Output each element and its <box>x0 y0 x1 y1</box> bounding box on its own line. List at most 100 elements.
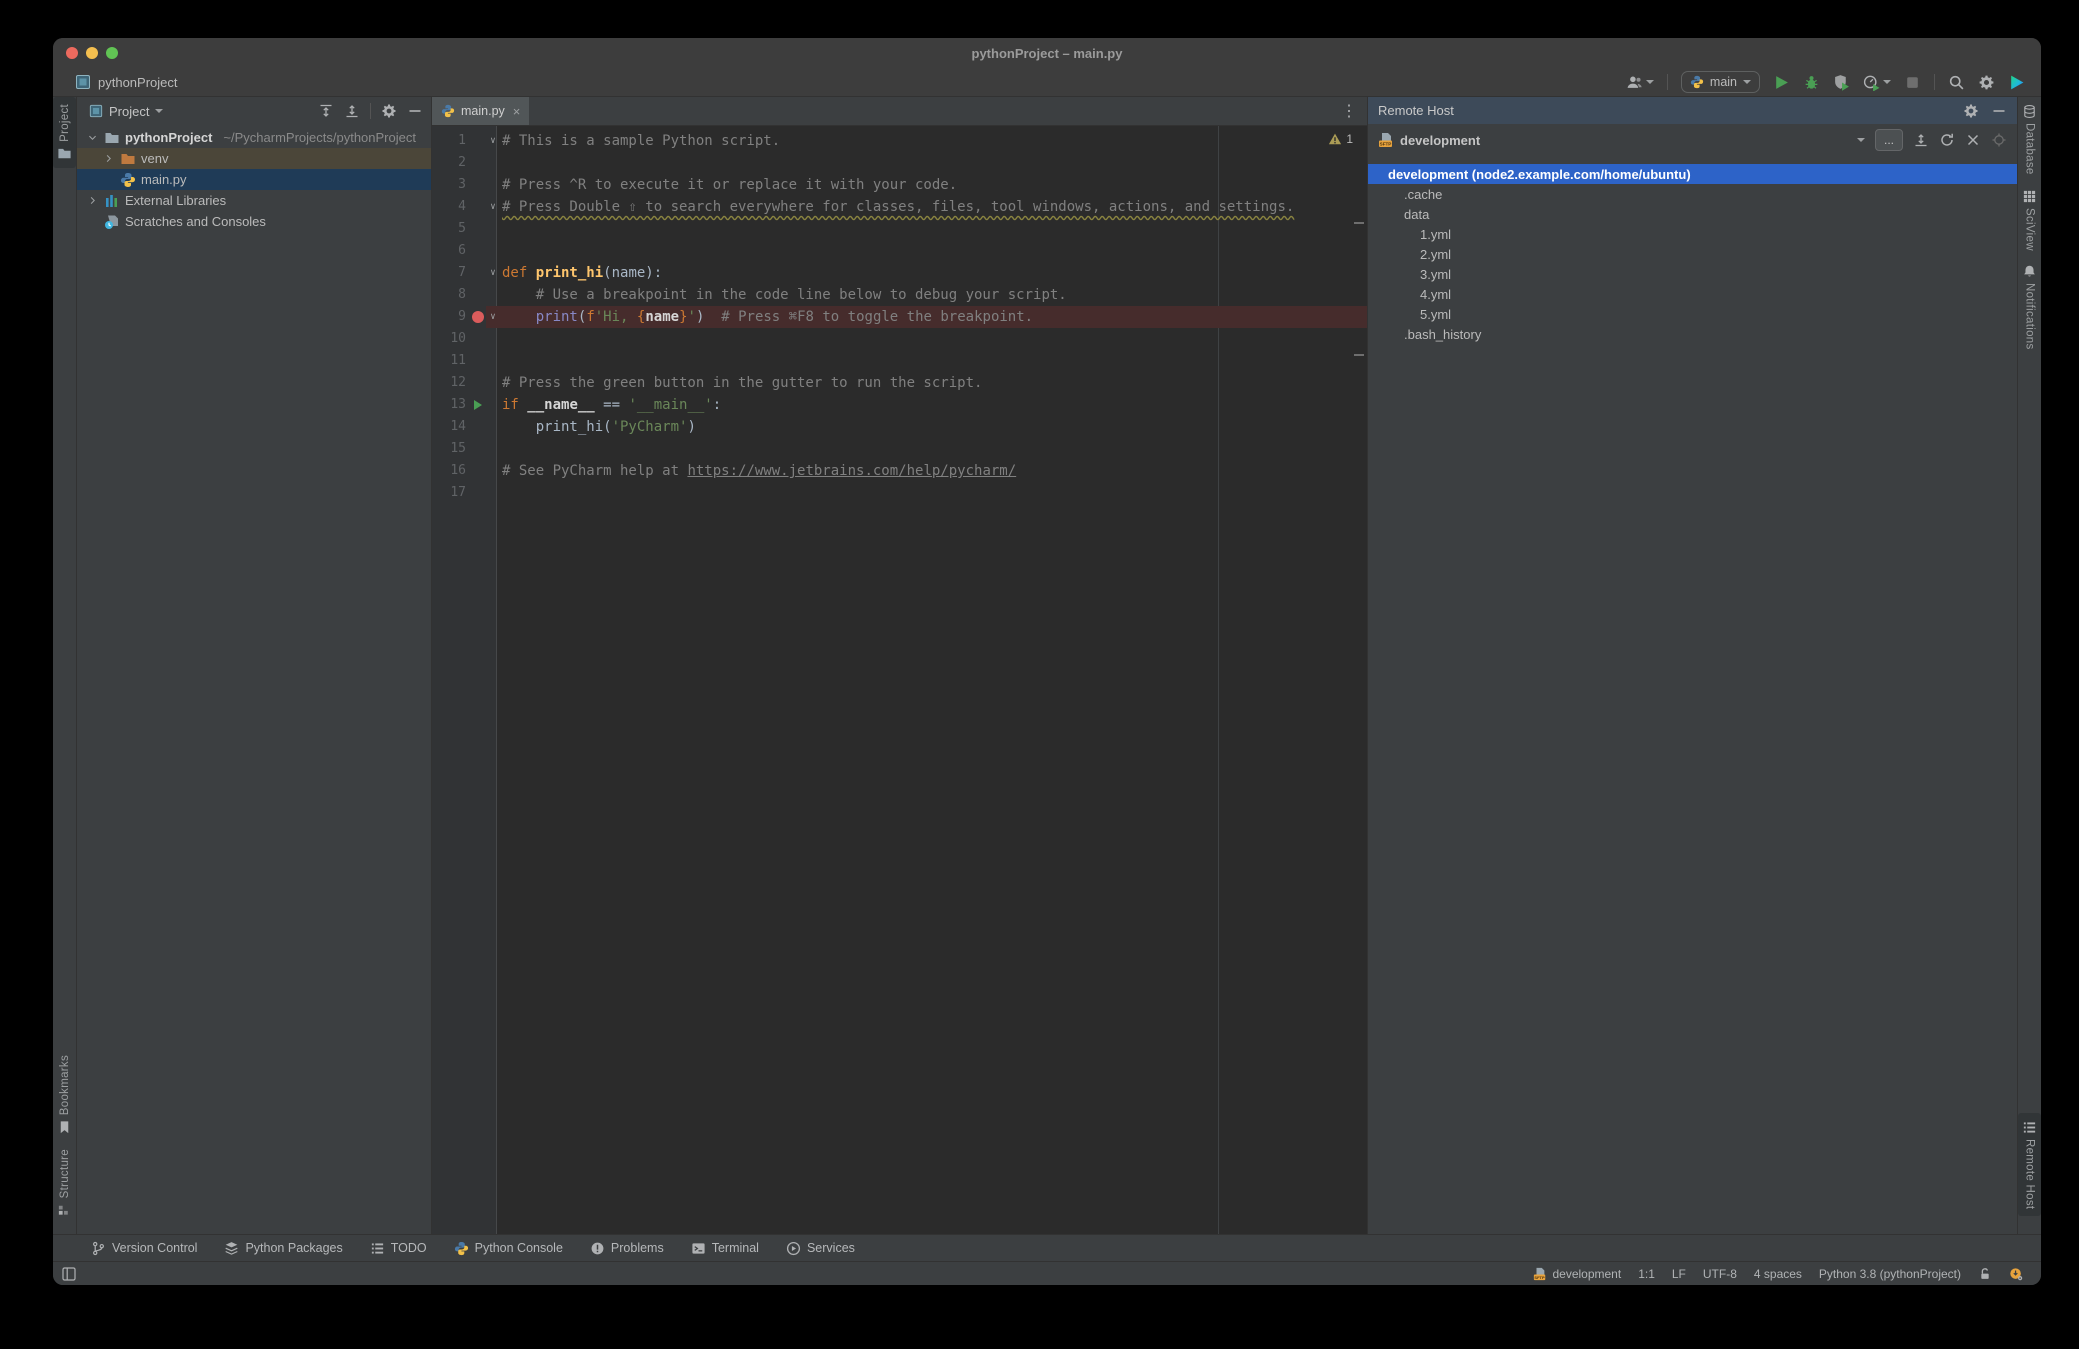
chevron-slot[interactable] <box>101 153 115 164</box>
layout-icon[interactable] <box>61 1266 77 1282</box>
toolwindow-button-services[interactable]: Services <box>786 1241 855 1256</box>
code-text[interactable]: def print_hi(name): <box>500 262 1367 284</box>
code-text[interactable]: # Use a breakpoint in the code line belo… <box>500 284 1367 306</box>
tab-main-py[interactable]: main.py × <box>432 97 530 125</box>
code-text[interactable]: # Press Double ⇧ to search everywhere fo… <box>500 196 1367 218</box>
line-number[interactable]: 6 <box>432 240 470 262</box>
tree-item[interactable]: ?.bash_history <box>1368 324 2017 354</box>
tree-item[interactable]: YML3.yml <box>1368 264 2017 294</box>
tool-strip-button-notifications[interactable]: Notifications <box>2018 257 2041 357</box>
tree-item[interactable]: YML4.yml <box>1368 284 2017 314</box>
code-text[interactable]: # Press the green button in the gutter t… <box>500 372 1367 394</box>
fold-marker[interactable]: ∨ <box>486 262 500 284</box>
tree-item[interactable]: YML2.yml <box>1368 244 2017 274</box>
code-text[interactable]: # This is a sample Python script. <box>500 130 1367 152</box>
code-line[interactable]: 14 print_hi('PyCharm') <box>432 416 1367 438</box>
toolwindow-button-todo[interactable]: TODO <box>370 1241 427 1256</box>
code-text[interactable]: print(f'Hi, {name}') # Press ⌘F8 to togg… <box>500 306 1367 328</box>
tool-strip-button-bookmarks[interactable]: Bookmarks <box>53 1048 76 1141</box>
run-configuration-select[interactable]: main <box>1680 71 1760 93</box>
select-opened-file-button[interactable] <box>318 103 334 119</box>
fold-marker[interactable]: ∨ <box>486 306 500 328</box>
line-number[interactable]: 10 <box>432 328 470 350</box>
toolwindow-button-version-control[interactable]: Version Control <box>91 1241 197 1256</box>
code-editor[interactable]: 1 ∨ # This is a sample Python script. 2 3 # P… <box>432 126 1367 1234</box>
line-number[interactable]: 17 <box>432 482 470 504</box>
line-number[interactable]: 16 <box>432 460 470 482</box>
tree-item[interactable]: YML5.yml <box>1368 304 2017 334</box>
code-line[interactable]: 5 <box>432 218 1367 240</box>
code-line[interactable]: 3 # Press ^R to execute it or replace it … <box>432 174 1367 196</box>
close-tab-icon[interactable]: × <box>513 104 521 119</box>
line-number[interactable]: 2 <box>432 152 470 174</box>
code-line[interactable]: 17 <box>432 482 1367 504</box>
code-text[interactable] <box>500 438 1367 460</box>
code-line[interactable]: 15 <box>432 438 1367 460</box>
code-text[interactable]: # Press ^R to execute it or replace it w… <box>500 174 1367 196</box>
chevron-slot[interactable] <box>85 195 99 206</box>
status-item[interactable] <box>2009 1267 2023 1281</box>
run-button[interactable] <box>1773 74 1790 91</box>
fold-marker[interactable]: ∨ <box>486 130 500 152</box>
toolwindow-button-problems[interactable]: Problems <box>590 1241 664 1256</box>
hide-panel-button[interactable] <box>407 103 423 119</box>
code-text[interactable] <box>500 218 1367 240</box>
code-text[interactable] <box>500 328 1367 350</box>
breakpoint[interactable] <box>470 306 486 328</box>
line-number[interactable]: 4 <box>432 196 470 218</box>
chevron-down-icon[interactable] <box>155 109 164 113</box>
tool-strip-button-remote-host[interactable]: Remote Host <box>2018 1112 2041 1216</box>
code-text[interactable]: if __name__ == '__main__': <box>500 394 1367 416</box>
code-text[interactable] <box>500 350 1367 372</box>
tree-item[interactable]: main.py <box>77 169 431 190</box>
fold-marker[interactable]: ∨ <box>486 196 500 218</box>
run-gutter[interactable] <box>470 394 486 416</box>
status-item-development[interactable]: SFTP development <box>1533 1267 1621 1281</box>
stop-button[interactable] <box>1904 74 1921 91</box>
inspections-widget[interactable]: 1 <box>1328 132 1353 146</box>
tool-strip-button-database[interactable]: Database <box>2018 97 2041 182</box>
chevron-slot[interactable] <box>85 132 99 143</box>
line-number[interactable]: 9 <box>432 306 470 328</box>
tree-item[interactable]: venv <box>77 148 431 169</box>
code-text[interactable] <box>500 482 1367 504</box>
code-line[interactable]: 13 if __name__ == '__main__': <box>432 394 1367 416</box>
tool-strip-button-project[interactable]: Project <box>53 97 76 168</box>
tool-strip-button-sciview[interactable]: SciView <box>2018 182 2041 258</box>
line-number[interactable]: 1 <box>432 130 470 152</box>
settings-button[interactable] <box>1978 74 1995 91</box>
code-line[interactable]: 16 # See PyCharm help at https://www.jetb… <box>432 460 1367 482</box>
breakpoint-icon[interactable] <box>472 311 484 323</box>
hide-panel-button[interactable] <box>1991 103 2007 119</box>
line-number[interactable]: 8 <box>432 284 470 306</box>
toolwindow-button-python-packages[interactable]: Python Packages <box>224 1241 343 1256</box>
toolwindow-button-terminal[interactable]: Terminal <box>691 1241 759 1256</box>
code-line[interactable]: 12 # Press the green button in the gutter… <box>432 372 1367 394</box>
code-line[interactable]: 7 ∨ def print_hi(name): <box>432 262 1367 284</box>
line-number[interactable]: 14 <box>432 416 470 438</box>
line-number[interactable]: 13 <box>432 394 470 416</box>
tree-item[interactable]: SFTPdevelopment (node2.example.com/home/… <box>1368 164 2017 194</box>
tree-item[interactable]: .cache <box>1368 184 2017 212</box>
line-number[interactable]: 3 <box>432 174 470 196</box>
status-item-python-3-8-pythonproject-[interactable]: Python 3.8 (pythonProject) <box>1819 1267 1961 1281</box>
code-line[interactable]: 6 <box>432 240 1367 262</box>
line-number[interactable]: 5 <box>432 218 470 240</box>
tree-item[interactable]: External Libraries <box>77 190 431 211</box>
tree-item[interactable]: Scratches and Consoles <box>77 211 431 232</box>
line-number[interactable]: 15 <box>432 438 470 460</box>
collapse-all-button[interactable] <box>344 103 360 119</box>
status-item-utf-8[interactable]: UTF-8 <box>1703 1267 1737 1281</box>
code-text[interactable] <box>500 240 1367 262</box>
debug-button[interactable] <box>1803 74 1820 91</box>
line-number[interactable]: 7 <box>432 262 470 284</box>
code-line[interactable]: 2 <box>432 152 1367 174</box>
line-number[interactable]: 11 <box>432 350 470 372</box>
remote-options-button[interactable] <box>1963 103 1979 119</box>
code-text[interactable]: # See PyCharm help at https://www.jetbra… <box>500 460 1367 482</box>
code-line[interactable]: 1 ∨ # This is a sample Python script. <box>432 130 1367 152</box>
locate-button[interactable] <box>1991 132 2007 148</box>
project-widget[interactable]: pythonProject <box>75 74 178 90</box>
code-line[interactable]: 4 ∨ # Press Double ⇧ to search everywhere … <box>432 196 1367 218</box>
tree-item[interactable]: pythonProject ~/PycharmProjects/pythonPro… <box>77 127 431 148</box>
